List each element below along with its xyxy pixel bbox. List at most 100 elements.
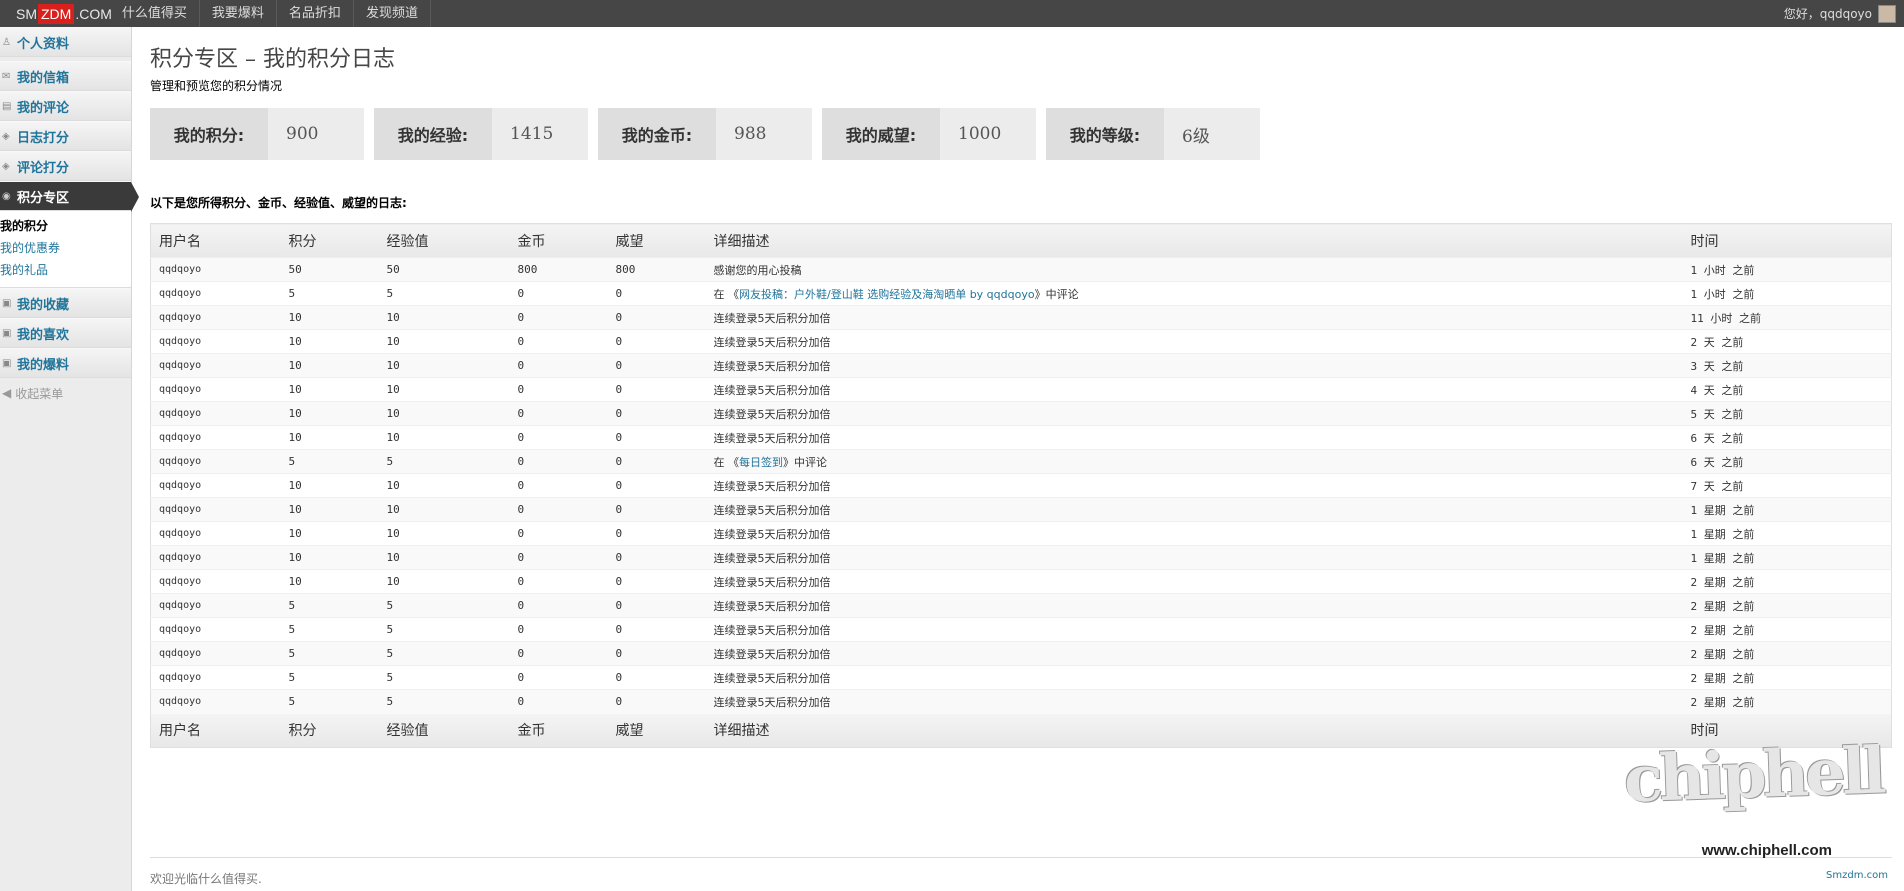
admin-sidebar: ♙ 个人资料 ✉ 我的信箱 ▤ 我的评论 ◈ 日志打分 ◈ 评论打分 ◉ 积分专区 我的积分… [0,27,139,891]
sidebar-item-label: 日志打分 [17,130,70,146]
col-header-description[interactable]: 详细描述 [705,223,1683,258]
cell-gold: 0 [509,689,608,714]
sidebar-item-my-posts[interactable]: ▣ 我的爆料 [0,348,131,378]
sidebar-item-favorites[interactable]: ▣ 我的收藏 [0,288,131,318]
cell-time: 1 星期 之前 [1682,521,1892,546]
cell-experience: 5 [378,641,510,666]
page-subtitle: 管理和预览您的积分情况 [150,79,283,93]
description-text: 连续登录5天后积分加倍 [713,359,831,373]
col-header-gold[interactable]: 金币 [509,223,608,258]
cell-description: 在 《网友投稿：户外鞋/登山鞋 选购经验及海淘晒单 by qqdqoyo》中评论 [705,281,1683,306]
col-footer-gold[interactable]: 金币 [509,713,608,748]
user-greeting-area[interactable]: 您好，qqdqoyo [1784,4,1904,23]
stat-experience: 我的经验: 1415 [374,108,588,160]
cell-time: 2 星期 之前 [1682,665,1892,690]
submenu-my-gifts[interactable]: 我的礼品 [0,259,131,281]
cell-username: qqdqoyo [150,425,281,450]
cell-time: 2 星期 之前 [1682,593,1892,618]
sidebar-item-comments[interactable]: ▤ 我的评论 [0,91,131,121]
col-footer-prestige[interactable]: 威望 [607,713,706,748]
description-text: 连续登录5天后积分加倍 [713,671,831,685]
cell-experience: 10 [378,497,510,522]
cell-prestige: 0 [607,521,706,546]
stat-label: 我的威望: [822,108,940,160]
col-header-prestige[interactable]: 威望 [607,223,706,258]
footer-text[interactable]: 欢迎光临什么值得买. [150,872,262,886]
stat-value: 988 [734,124,767,144]
site-logo[interactable]: SM ZDM .COM [0,0,120,27]
stat-value: 1415 [510,124,554,144]
description-text: 连续登录5天后积分加倍 [713,527,831,541]
col-header-points[interactable]: 积分 [280,223,379,258]
cell-time: 1 小时 之前 [1682,281,1892,306]
cell-time: 5 天 之前 [1682,401,1892,426]
cell-prestige: 0 [607,689,706,714]
table-row: qqdqoyo 5 5 0 0 连续登录5天后积分加倍 2 星期 之前 [150,665,1892,690]
table-row: qqdqoyo 10 10 0 0 连续登录5天后积分加倍 1 星期 之前 [150,545,1892,570]
cell-username: qqdqoyo [150,329,281,354]
collapse-menu-button[interactable]: ◀ 收起菜单 [0,378,131,408]
cell-experience: 5 [378,665,510,690]
cell-points: 10 [280,473,379,498]
table-header-row: 用户名 积分 经验值 金币 威望 详细描述 时间 [150,223,1892,258]
col-header-time[interactable]: 时间 [1682,223,1892,258]
cell-description: 感谢您的用心投稿 [705,257,1683,282]
col-header-experience[interactable]: 经验值 [378,223,510,258]
col-footer-username[interactable]: 用户名 [150,713,281,748]
cell-time: 1 星期 之前 [1682,497,1892,522]
cell-gold: 0 [509,401,608,426]
topnav-item-discover[interactable]: 发现频道 [354,0,431,27]
sidebar-item-profile[interactable]: ♙ 个人资料 [0,27,131,57]
table-row: qqdqoyo 5 5 0 0 连续登录5天后积分加倍 2 星期 之前 [150,689,1892,714]
sidebar-item-post-rating[interactable]: ◈ 日志打分 [0,121,131,151]
cell-experience: 10 [378,521,510,546]
cell-description: 连续登录5天后积分加倍 [705,377,1683,402]
cell-points: 10 [280,569,379,594]
mail-icon: ✉ [2,70,11,82]
cell-prestige: 0 [607,281,706,306]
sidebar-item-likes[interactable]: ▣ 我的喜欢 [0,318,131,348]
user-greeting[interactable]: 您好，qqdqoyo [1784,5,1872,22]
sidebar-item-points[interactable]: ◉ 积分专区 [0,181,139,212]
description-link[interactable]: 网友投稿：户外鞋/登山鞋 选购经验及海淘晒单 by qqdqoyo [739,288,1035,301]
cell-prestige: 0 [607,353,706,378]
avatar[interactable] [1878,4,1896,23]
description-text: 在 《 [713,455,740,469]
cell-time: 2 天 之前 [1682,329,1892,354]
cell-username: qqdqoyo [150,497,281,522]
col-footer-description[interactable]: 详细描述 [705,713,1683,748]
cell-points: 5 [280,689,379,714]
description-link[interactable]: 每日签到 [739,456,783,469]
cell-points: 10 [280,377,379,402]
cell-experience: 50 [378,257,510,282]
sidebar-item-comment-rating[interactable]: ◈ 评论打分 [0,151,131,181]
topnav-item-submit[interactable]: 我要爆料 [200,0,277,27]
sidebar-item-mailbox[interactable]: ✉ 我的信箱 [0,61,131,91]
cell-experience: 5 [378,689,510,714]
description-text: 连续登录5天后积分加倍 [713,623,831,637]
submenu-my-points[interactable]: 我的积分 [0,215,131,237]
sidebar-item-label: 个人资料 [17,36,70,52]
cell-points: 10 [280,401,379,426]
cell-gold: 0 [509,449,608,474]
cell-prestige: 0 [607,401,706,426]
cell-points: 10 [280,305,379,330]
cell-username: qqdqoyo [150,449,281,474]
cell-username: qqdqoyo [150,545,281,570]
description-text: 连续登录5天后积分加倍 [713,431,831,445]
cell-description: 连续登录5天后积分加倍 [705,329,1683,354]
cell-points: 5 [280,617,379,642]
col-header-username[interactable]: 用户名 [150,223,281,258]
topnav-item-home[interactable]: 什么值得买 [120,0,200,27]
topnav-item-discount[interactable]: 名品折扣 [277,0,354,27]
submenu-my-coupons[interactable]: 我的优惠券 [0,237,131,259]
cell-gold: 0 [509,497,608,522]
col-footer-experience[interactable]: 经验值 [378,713,510,748]
cell-username: qqdqoyo [150,665,281,690]
col-footer-points[interactable]: 积分 [280,713,379,748]
cell-prestige: 0 [607,329,706,354]
cell-username: qqdqoyo [150,305,281,330]
cell-description: 连续登录5天后积分加倍 [705,617,1683,642]
cell-experience: 10 [378,377,510,402]
cell-username: qqdqoyo [150,521,281,546]
